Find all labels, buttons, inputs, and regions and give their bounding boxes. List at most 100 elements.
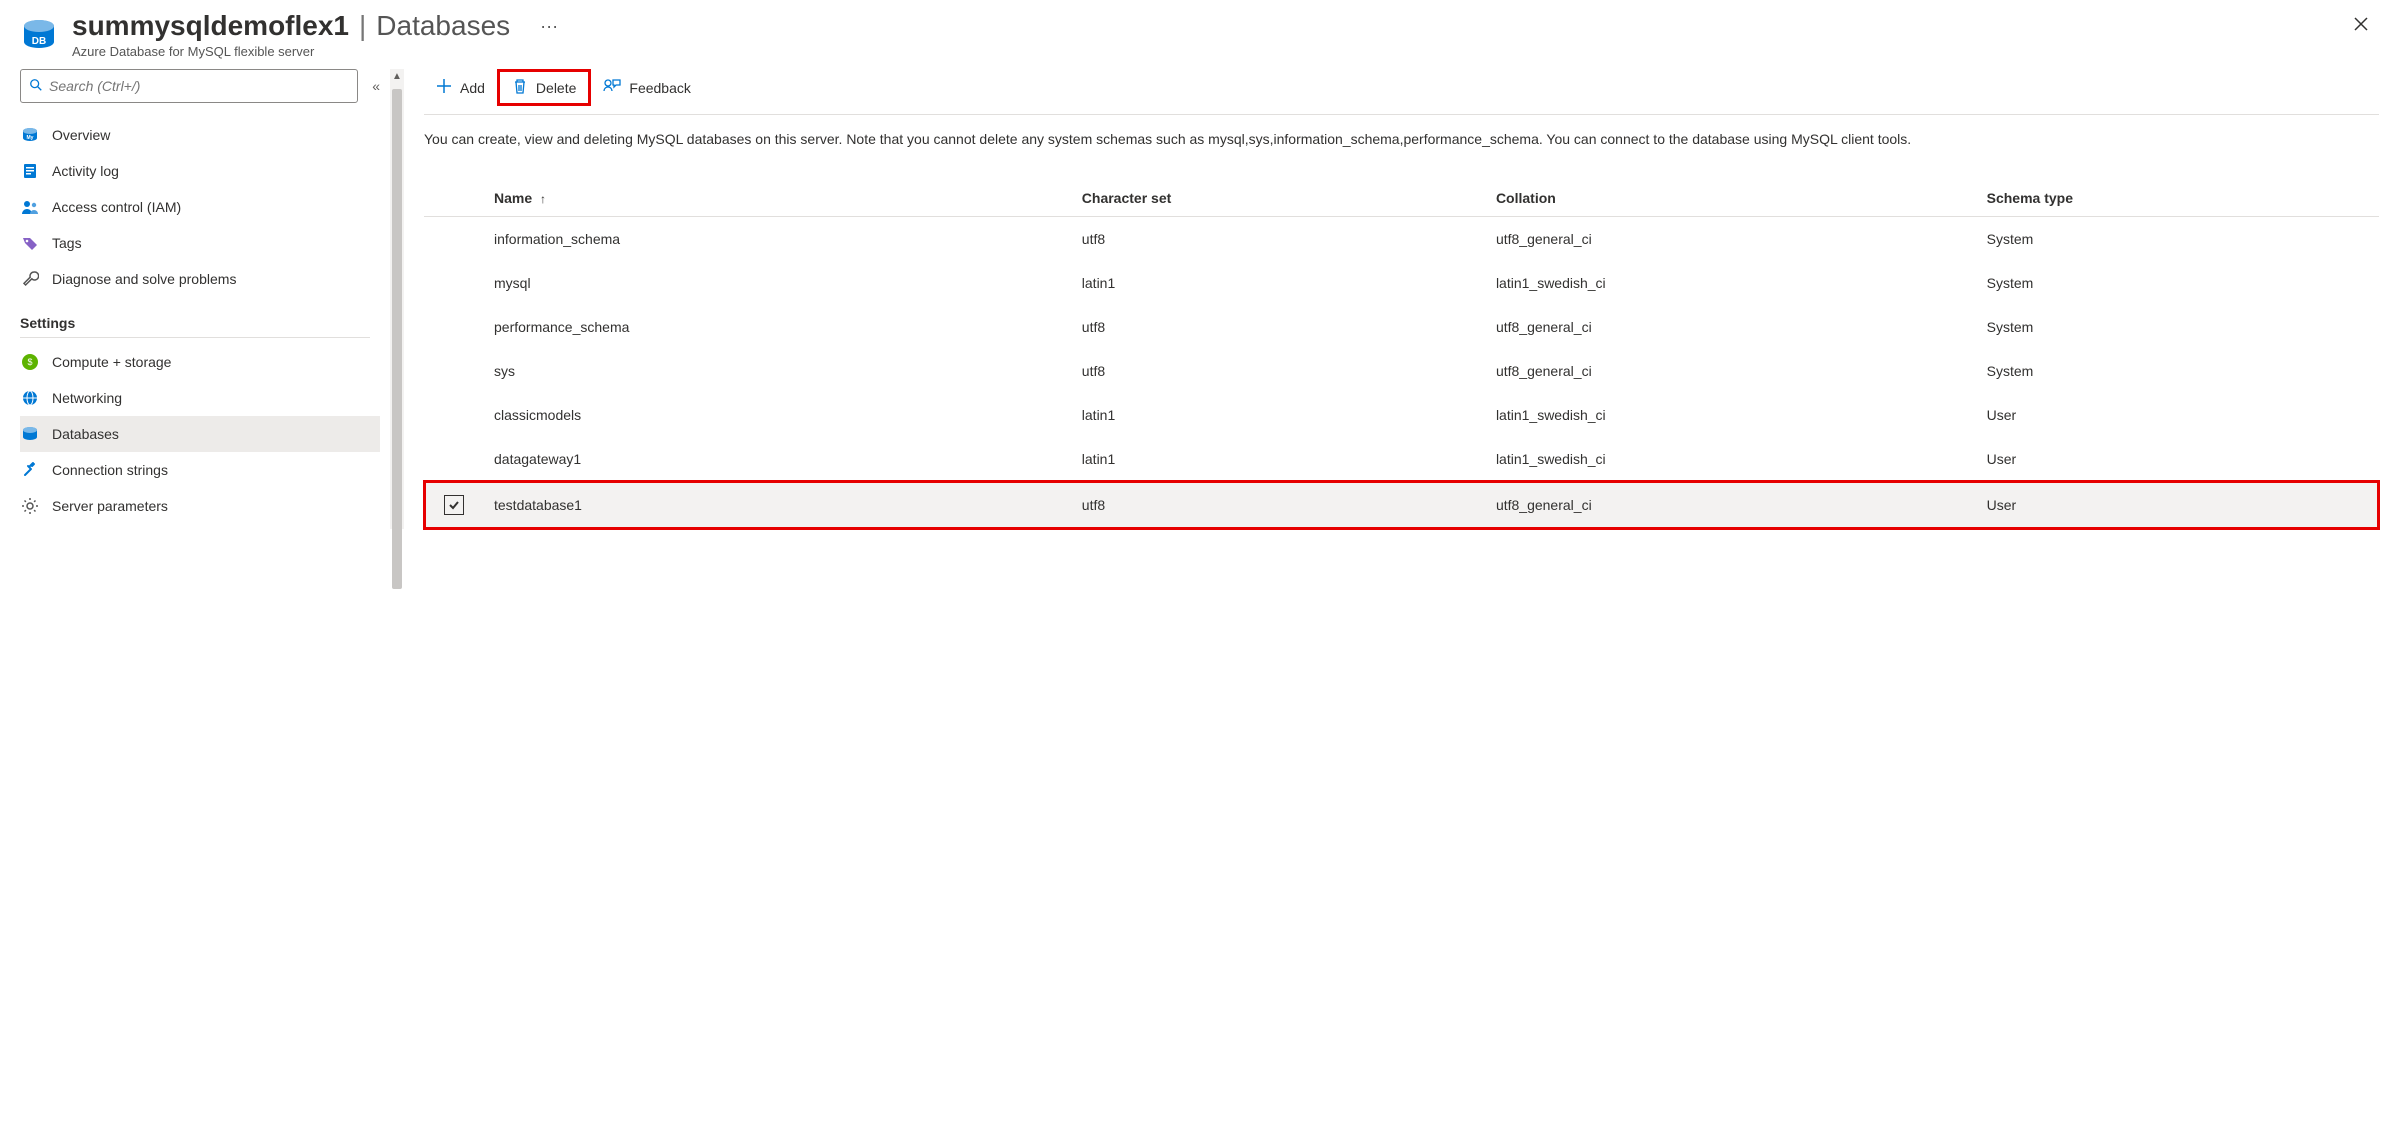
col-name-label: Name [494,190,532,206]
table-header-row: Name ↑ Character set Collation Schema ty… [424,180,2379,217]
cell-charset: latin1 [1072,261,1486,305]
feedback-button[interactable]: Feedback [591,72,702,103]
cell-collation: utf8_general_ci [1486,481,1977,529]
table-row[interactable]: classicmodelslatin1latin1_swedish_ciUser [424,393,2379,437]
cell-checkbox[interactable] [424,393,484,437]
scroll-up-icon: ▲ [392,71,402,82]
add-button[interactable]: Add [424,72,497,103]
table-row[interactable]: performance_schemautf8utf8_general_ciSys… [424,305,2379,349]
sidebar-scrollbar[interactable]: ▲ [390,69,404,529]
resource-type-subtitle: Azure Database for MySQL flexible server [72,44,2343,59]
sidebar-item-connection-strings[interactable]: Connection strings [20,452,380,488]
sidebar-item-label: Connection strings [52,462,168,478]
sidebar-item-databases[interactable]: Databases [20,416,380,452]
compute-icon: $ [20,352,40,372]
sidebar-item-server-parameters[interactable]: Server parameters [20,488,380,524]
cell-name: information_schema [484,217,1072,262]
people-icon [20,197,40,217]
more-button[interactable]: ··· [540,16,558,37]
col-checkbox [424,180,484,217]
mysql-icon: My [20,125,40,145]
cell-charset: latin1 [1072,437,1486,481]
wrench-icon [20,269,40,289]
cell-schema_type: System [1977,261,2379,305]
table-row[interactable]: mysqllatin1latin1_swedish_ciSystem [424,261,2379,305]
toolbar: Add Delete Feedback [424,69,2379,115]
sidebar-item-diagnose[interactable]: Diagnose and solve problems [20,261,380,297]
cell-charset: utf8 [1072,217,1486,262]
cell-name: mysql [484,261,1072,305]
sidebar-item-networking[interactable]: Networking [20,380,380,416]
delete-button[interactable]: Delete [497,69,591,106]
cell-name: classicmodels [484,393,1072,437]
header-titles: summysqldemoflex1 | Databases ··· Azure … [72,10,2343,59]
cell-collation: utf8_general_ci [1486,305,1977,349]
sidebar-item-label: Overview [52,127,110,143]
svg-text:$: $ [27,357,32,367]
sidebar: « My Overview Activity log Access contro… [0,69,404,529]
sidebar-item-activity-log[interactable]: Activity log [20,153,380,189]
col-name[interactable]: Name ↑ [484,180,1072,217]
description-text: You can create, view and deleting MySQL … [424,129,2379,150]
cell-checkbox[interactable] [424,481,484,529]
sidebar-item-compute-storage[interactable]: $ Compute + storage [20,344,380,380]
sidebar-item-overview[interactable]: My Overview [20,117,380,153]
search-icon [29,78,43,95]
gear-icon [20,496,40,516]
title-line: summysqldemoflex1 | Databases ··· [72,10,2343,42]
sidebar-item-label: Diagnose and solve problems [52,271,236,287]
sidebar-item-label: Access control (IAM) [52,199,181,215]
delete-label: Delete [536,80,576,96]
cell-name: testdatabase1 [484,481,1072,529]
cell-schema_type: User [1977,437,2379,481]
table-row[interactable]: datagateway1latin1latin1_swedish_ciUser [424,437,2379,481]
plus-icon [436,78,452,97]
cell-charset: utf8 [1072,305,1486,349]
cell-collation: latin1_swedish_ci [1486,437,1977,481]
table-row[interactable]: sysutf8utf8_general_ciSystem [424,349,2379,393]
section-title: Databases [376,10,510,42]
close-button[interactable] [2343,10,2379,43]
cell-schema_type: User [1977,481,2379,529]
col-schema-type[interactable]: Schema type [1977,180,2379,217]
cell-schema_type: System [1977,217,2379,262]
sidebar-item-tags[interactable]: Tags [20,225,380,261]
feedback-icon [603,78,621,97]
col-collation[interactable]: Collation [1486,180,1977,217]
table-row[interactable]: information_schemautf8utf8_general_ciSys… [424,217,2379,262]
page-header: DB summysqldemoflex1 | Databases ··· Azu… [0,0,2399,69]
feedback-label: Feedback [629,80,690,96]
cell-charset: utf8 [1072,349,1486,393]
scroll-thumb[interactable] [392,89,402,589]
cell-checkbox[interactable] [424,261,484,305]
col-charset[interactable]: Character set [1072,180,1486,217]
conn-icon [20,460,40,480]
cell-name: sys [484,349,1072,393]
sidebar-item-label: Networking [52,390,122,406]
table-row[interactable]: testdatabase1utf8utf8_general_ciUser [424,481,2379,529]
databases-table: Name ↑ Character set Collation Schema ty… [424,180,2379,529]
sidebar-section-settings: Settings [20,297,370,338]
cell-checkbox[interactable] [424,437,484,481]
add-label: Add [460,80,485,96]
cell-checkbox[interactable] [424,305,484,349]
checkbox-checked-icon[interactable] [444,495,464,515]
sidebar-item-label: Server parameters [52,498,168,514]
cell-checkbox[interactable] [424,217,484,262]
sidebar-item-access-control[interactable]: Access control (IAM) [20,189,380,225]
cell-collation: utf8_general_ci [1486,349,1977,393]
sidebar-item-label: Tags [52,235,82,251]
sidebar-item-label: Activity log [52,163,119,179]
title-separator: | [359,10,366,42]
collapse-sidebar-button[interactable]: « [372,78,380,94]
search-input[interactable] [49,78,349,94]
sidebar-search-box[interactable] [20,69,358,103]
cell-collation: latin1_swedish_ci [1486,393,1977,437]
cell-charset: latin1 [1072,393,1486,437]
sidebar-item-label: Compute + storage [52,354,171,370]
cell-name: datagateway1 [484,437,1072,481]
network-icon [20,388,40,408]
cell-checkbox[interactable] [424,349,484,393]
cell-collation: latin1_swedish_ci [1486,261,1977,305]
db-icon [20,424,40,444]
